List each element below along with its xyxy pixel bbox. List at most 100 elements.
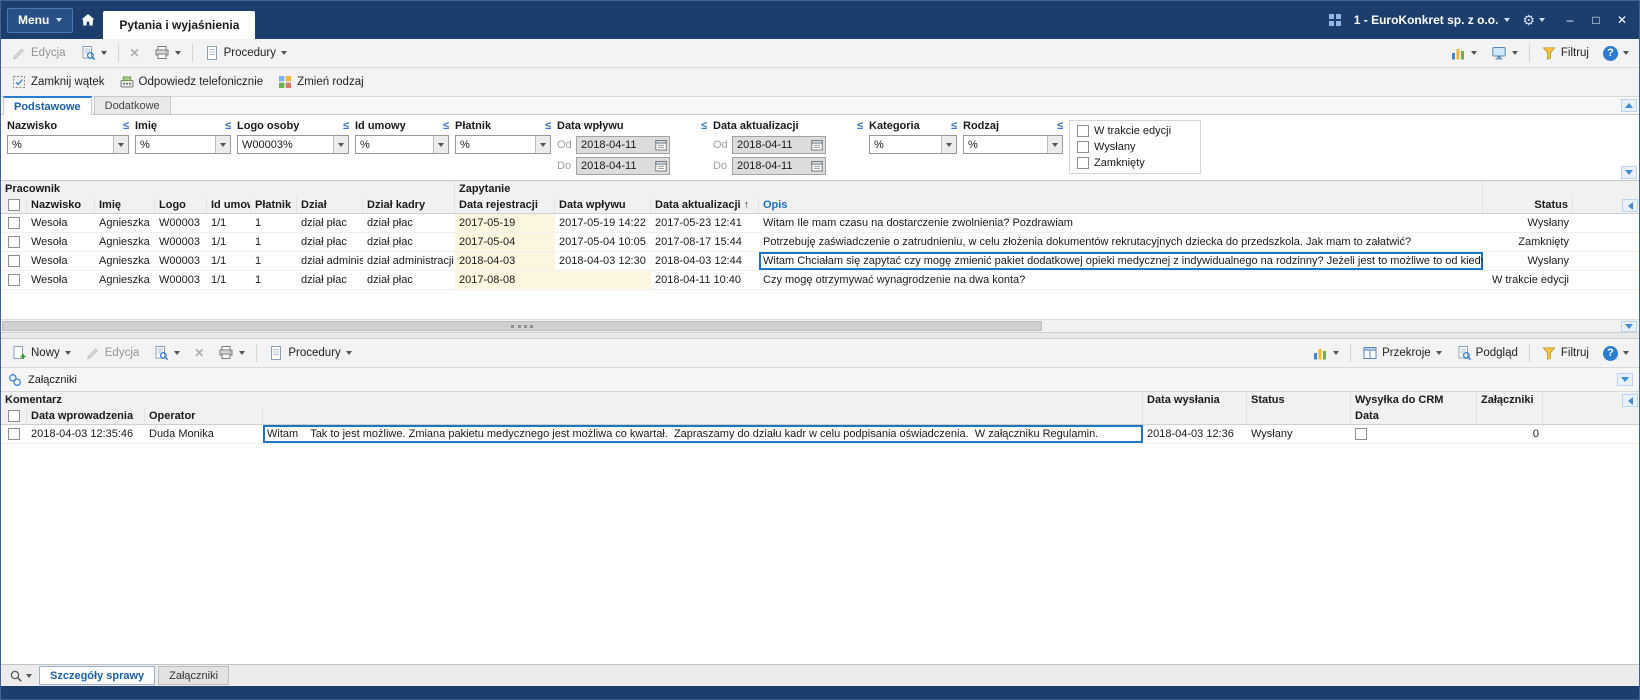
delete-button[interactable]: ✕ (188, 342, 210, 364)
thread-row[interactable]: Wesoła Agnieszka W00003 1/1 1 dział płac… (1, 214, 1639, 233)
nazwisko-filter-select[interactable]: % (7, 135, 129, 154)
collapse-answers-header-button[interactable] (1617, 373, 1633, 386)
tab-pytania-i-wyjasnienia[interactable]: Pytania i wyjaśnienia (103, 11, 256, 39)
crm-send-checkbox[interactable] (1355, 428, 1367, 440)
data-aktualizacji-od-input[interactable]: 2018-04-11 (732, 135, 826, 154)
close-thread-button[interactable]: Zamknij wątek (5, 71, 111, 93)
settings-button[interactable]: ⚙ (1522, 12, 1545, 29)
print-button[interactable] (148, 42, 187, 64)
company-selector[interactable]: 1 - EuroKonkret sp. z o.o. (1354, 13, 1511, 27)
row-select-checkbox[interactable] (8, 236, 20, 248)
help-button[interactable]: ? (1597, 342, 1635, 364)
select-all-checkbox[interactable] (7, 199, 20, 211)
calendar-icon[interactable] (811, 139, 823, 151)
document-preview-button[interactable] (74, 42, 113, 64)
operator-lte-icon[interactable]: ≤ (545, 120, 551, 132)
id-umowy-filter-select[interactable]: % (355, 135, 449, 154)
col-header-status[interactable]: Status (1483, 197, 1573, 213)
filter-tab-podstawowe[interactable]: Podstawowe (3, 96, 92, 115)
charts-button[interactable] (1306, 342, 1345, 364)
horizontal-scrollbar[interactable] (1, 319, 1639, 332)
edit-button[interactable]: Edycja (5, 42, 72, 64)
maximize-button[interactable]: □ (1583, 8, 1609, 32)
cell-komentarz-selected[interactable]: Witam Tak to jest możliwe. Zmiana pakiet… (263, 425, 1143, 443)
imie-filter-select[interactable]: % (135, 135, 231, 154)
col-header-status[interactable]: Status (1247, 392, 1351, 408)
procedures-button[interactable]: Procedury (262, 342, 357, 364)
operator-lte-icon[interactable]: ≤ (857, 120, 863, 132)
col-header-data-aktualizacji[interactable]: Data aktualizacji ↑ (651, 197, 759, 213)
filter-button[interactable]: Filtruj (1535, 42, 1595, 64)
data-wplywu-do-input[interactable]: 2018-04-11 (576, 156, 670, 175)
col-header-zalaczniki[interactable]: Załączniki (1477, 392, 1543, 408)
home-button[interactable] (73, 1, 103, 39)
document-preview-button[interactable] (147, 342, 186, 364)
cell-opis-selected[interactable]: Witam Chciałam się zapytać czy mogę zmie… (759, 252, 1483, 270)
operator-lte-icon[interactable]: ≤ (443, 120, 449, 132)
filter-tab-dodatkowe[interactable]: Dodatkowe (93, 96, 171, 114)
operator-lte-icon[interactable]: ≤ (701, 120, 707, 132)
checkbox-w-trakcie-edycji[interactable]: W trakcie edycji (1077, 125, 1193, 137)
select-all-checkbox[interactable] (7, 410, 20, 422)
collapse-columns-button[interactable] (1622, 199, 1638, 212)
operator-lte-icon[interactable]: ≤ (225, 120, 231, 132)
collapse-pane-button[interactable] (1621, 321, 1637, 332)
edit-button[interactable]: Edycja (79, 342, 146, 364)
collapse-filter-panel-button[interactable] (1621, 99, 1637, 112)
row-select-checkbox[interactable] (8, 428, 20, 440)
answer-phone-button[interactable]: Odpowiedz telefonicznie (113, 71, 270, 93)
scrollbar-thumb[interactable] (2, 321, 1042, 331)
col-header-dzial-kadry[interactable]: Dział kadry (363, 197, 455, 213)
attachments-button[interactable]: Załączniki (7, 372, 77, 388)
checkbox-wyslany[interactable]: Wysłany (1077, 141, 1193, 153)
data-aktualizacji-do-input[interactable]: 2018-04-11 (732, 156, 826, 175)
col-header-data-wyslania[interactable]: Data wysłania (1143, 392, 1247, 408)
print-button[interactable] (212, 342, 251, 364)
col-header-logo[interactable]: Logo (155, 197, 207, 213)
views-button[interactable] (1485, 42, 1524, 64)
row-select-checkbox[interactable] (8, 217, 20, 229)
new-button[interactable]: Nowy (5, 342, 77, 364)
change-type-button[interactable]: Zmień rodzaj (271, 71, 369, 93)
logo-osoby-filter-select[interactable]: W00003% (237, 135, 349, 154)
menu-button[interactable]: Menu (7, 7, 74, 33)
tab-szczegoly-sprawy[interactable]: Szczegóły sprawy (39, 666, 156, 685)
col-header-id-umowy[interactable]: Id umowy (207, 197, 251, 213)
col-header-data-rejestracji[interactable]: Data rejestracji (455, 197, 555, 213)
delete-button[interactable]: ✕ (124, 42, 146, 64)
apps-grid-icon[interactable] (1328, 13, 1342, 27)
calendar-icon[interactable] (811, 160, 823, 172)
row-select-checkbox[interactable] (8, 255, 20, 267)
help-button[interactable]: ? (1597, 42, 1635, 64)
thread-row[interactable]: Wesoła Agnieszka W00003 1/1 1 dział płac… (1, 271, 1639, 290)
col-header-platnik[interactable]: Płatnik (251, 197, 297, 213)
operator-lte-icon[interactable]: ≤ (951, 120, 957, 132)
checkbox-zamkniety[interactable]: Zamknięty (1077, 157, 1193, 169)
col-header-crm-data[interactable]: Data (1351, 408, 1477, 424)
operator-lte-icon[interactable]: ≤ (123, 120, 129, 132)
operator-lte-icon[interactable]: ≤ (1057, 120, 1063, 132)
answer-row-selected[interactable]: 2018-04-03 12:35:46 Duda Monika Witam Ta… (1, 425, 1639, 444)
thread-row-selected[interactable]: Wesoła Agnieszka W00003 1/1 1 dział admi… (1, 252, 1639, 271)
calendar-icon[interactable] (655, 139, 667, 151)
close-button[interactable]: ✕ (1609, 8, 1635, 32)
row-select-checkbox[interactable] (8, 274, 20, 286)
expand-filter-panel-button[interactable] (1621, 166, 1637, 179)
kategoria-filter-select[interactable]: % (869, 135, 957, 154)
minimize-button[interactable]: – (1557, 8, 1583, 32)
tab-zalaczniki[interactable]: Załączniki (158, 666, 230, 685)
procedures-button[interactable]: Procedury (198, 42, 293, 64)
charts-button[interactable] (1444, 42, 1483, 64)
col-header-opis[interactable]: Opis (759, 197, 1483, 213)
sections-button[interactable]: Przekroje (1356, 342, 1448, 364)
rodzaj-filter-select[interactable]: % (963, 135, 1063, 154)
col-header-data-wplywu[interactable]: Data wpływu (555, 197, 651, 213)
col-header-wysylka-do-crm[interactable]: Wysyłka do CRM (1351, 392, 1477, 408)
operator-lte-icon[interactable]: ≤ (343, 120, 349, 132)
collapse-columns-button[interactable] (1622, 394, 1638, 407)
data-wplywu-od-input[interactable]: 2018-04-11 (576, 135, 670, 154)
calendar-icon[interactable] (655, 160, 667, 172)
filter-button[interactable]: Filtruj (1535, 342, 1595, 364)
thread-row[interactable]: Wesoła Agnieszka W00003 1/1 1 dział płac… (1, 233, 1639, 252)
platnik-filter-select[interactable]: % (455, 135, 551, 154)
